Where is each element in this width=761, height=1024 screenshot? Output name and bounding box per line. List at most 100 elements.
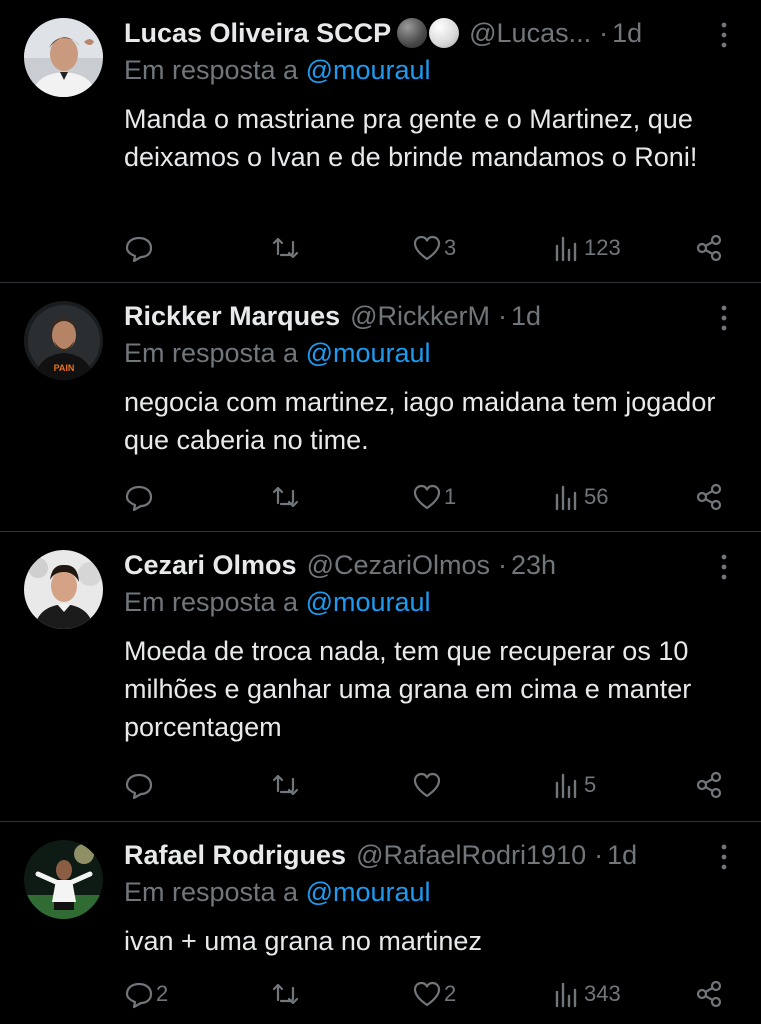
avatar[interactable]: [24, 840, 103, 919]
tweet-text: Manda o mastriane pra gente e o Martinez…: [124, 104, 698, 172]
like-button[interactable]: 1: [412, 477, 456, 517]
reply-count: 2: [156, 981, 169, 1006]
action-bar: 5: [124, 765, 724, 805]
like-button[interactable]: [412, 765, 444, 805]
mention-link[interactable]: @mouraul: [306, 338, 431, 368]
display-name[interactable]: Rafael Rodrigues: [124, 840, 346, 871]
tweet-item[interactable]: Cezari Olmos @CezariOlmos · 23h Em respo…: [0, 532, 761, 822]
tweet-text: negocia com martinez, iago maidana tem j…: [124, 387, 716, 455]
reply-context: Em resposta a @mouraul: [124, 877, 431, 908]
share-button[interactable]: [694, 765, 724, 805]
more-options-icon[interactable]: [717, 842, 731, 872]
reply-button[interactable]: [124, 477, 156, 517]
like-count: 2: [444, 981, 457, 1006]
share-button[interactable]: [694, 228, 724, 268]
display-name[interactable]: Lucas Oliveira SCCP: [124, 18, 391, 49]
views-count: 123: [584, 235, 621, 260]
white-ball-icon: [429, 18, 460, 48]
retweet-icon: [272, 983, 299, 1005]
emoji-balls: [397, 18, 460, 48]
views-count: 5: [584, 772, 597, 797]
handle[interactable]: @RickkerM: [350, 301, 490, 332]
tweet-header: Cezari Olmos @CezariOlmos · 23h: [124, 546, 731, 584]
retweet-button[interactable]: [270, 477, 302, 517]
separator-dot: ·: [498, 300, 508, 331]
dark-ball-icon: [397, 18, 428, 48]
views-count: 56: [584, 484, 609, 509]
retweet-button[interactable]: [270, 765, 302, 805]
share-icon: [696, 483, 722, 511]
handle[interactable]: @Lucas...: [469, 18, 591, 49]
retweet-icon: [272, 237, 299, 259]
tweet-header: Rickker Marques @RickkerM · 1d: [124, 297, 731, 335]
reply-icon: [125, 236, 153, 263]
views-chart-icon: [555, 982, 577, 1008]
retweet-button[interactable]: [270, 228, 302, 268]
separator-dot: ·: [594, 839, 604, 870]
views-button[interactable]: 343: [552, 974, 621, 1014]
avatar[interactable]: PAIN: [24, 301, 103, 380]
separator-dot: ·: [599, 17, 609, 48]
views-button[interactable]: 123: [552, 228, 621, 268]
reply-button[interactable]: 2: [124, 974, 168, 1014]
tweet-header: Rafael Rodrigues @RafaelRodri1910 · 1d: [124, 836, 731, 874]
timestamp[interactable]: 1d: [612, 18, 642, 49]
reply-feed: Lucas Oliveira SCCP @Lucas... · 1d Em re…: [0, 0, 761, 1024]
reply-context: Em resposta a @mouraul: [124, 587, 431, 618]
retweet-icon: [272, 774, 299, 796]
tweet-text: Moeda de troca nada, tem que recuperar o…: [124, 636, 692, 742]
tweet-item[interactable]: PAIN Rickker Marques @RickkerM · 1d Em r…: [0, 283, 761, 532]
avatar[interactable]: [24, 550, 103, 629]
handle[interactable]: @CezariOlmos: [307, 550, 490, 581]
share-button[interactable]: [694, 974, 724, 1014]
views-count: 343: [584, 981, 621, 1006]
share-icon: [696, 980, 722, 1008]
retweet-button[interactable]: [270, 974, 302, 1014]
more-options-icon[interactable]: [717, 552, 731, 582]
reply-button[interactable]: [124, 228, 156, 268]
heart-icon: [413, 772, 441, 798]
action-bar: 1 56: [124, 477, 724, 517]
mention-link[interactable]: @mouraul: [306, 55, 431, 85]
heart-icon: [413, 981, 441, 1007]
action-bar: 3 123: [124, 228, 724, 268]
mention-link[interactable]: @mouraul: [306, 587, 431, 617]
tweet-header: Lucas Oliveira SCCP @Lucas... · 1d: [124, 14, 731, 52]
like-button[interactable]: 2: [412, 974, 456, 1014]
reply-icon: [125, 773, 153, 800]
reply-prefix: Em resposta a: [124, 587, 299, 617]
like-count: 1: [444, 484, 457, 509]
handle[interactable]: @RafaelRodri1910: [356, 840, 586, 871]
display-name[interactable]: Rickker Marques: [124, 301, 340, 332]
reply-button[interactable]: [124, 765, 156, 805]
separator-dot: ·: [498, 549, 507, 580]
avatar[interactable]: [24, 18, 103, 97]
heart-icon: [413, 484, 441, 510]
more-options-icon[interactable]: [717, 20, 731, 50]
tweet-item[interactable]: Lucas Oliveira SCCP @Lucas... · 1d Em re…: [0, 0, 761, 283]
timestamp[interactable]: 1d: [607, 840, 637, 871]
views-button[interactable]: 5: [552, 765, 596, 805]
like-button[interactable]: 3: [412, 228, 456, 268]
reply-icon: [125, 982, 153, 1009]
views-chart-icon: [555, 236, 577, 262]
reply-context: Em resposta a @mouraul: [124, 55, 431, 86]
views-button[interactable]: 56: [552, 477, 608, 517]
display-name[interactable]: Cezari Olmos: [124, 550, 297, 581]
timestamp[interactable]: 23h: [511, 550, 556, 581]
tweet-item[interactable]: Rafael Rodrigues @RafaelRodri1910 · 1d E…: [0, 822, 761, 1024]
share-button[interactable]: [694, 477, 724, 517]
views-chart-icon: [555, 485, 577, 511]
mention-link[interactable]: @mouraul: [306, 877, 431, 907]
reply-icon: [125, 485, 153, 512]
reply-prefix: Em resposta a: [124, 877, 299, 907]
more-options-icon[interactable]: [717, 303, 731, 333]
retweet-icon: [272, 486, 299, 508]
share-icon: [696, 234, 722, 262]
timestamp[interactable]: 1d: [511, 301, 541, 332]
views-chart-icon: [555, 773, 577, 799]
reply-context: Em resposta a @mouraul: [124, 338, 431, 369]
tweet-text: ivan + uma grana no martinez: [124, 926, 482, 956]
like-count: 3: [444, 235, 457, 260]
svg-text:PAIN: PAIN: [54, 363, 75, 373]
